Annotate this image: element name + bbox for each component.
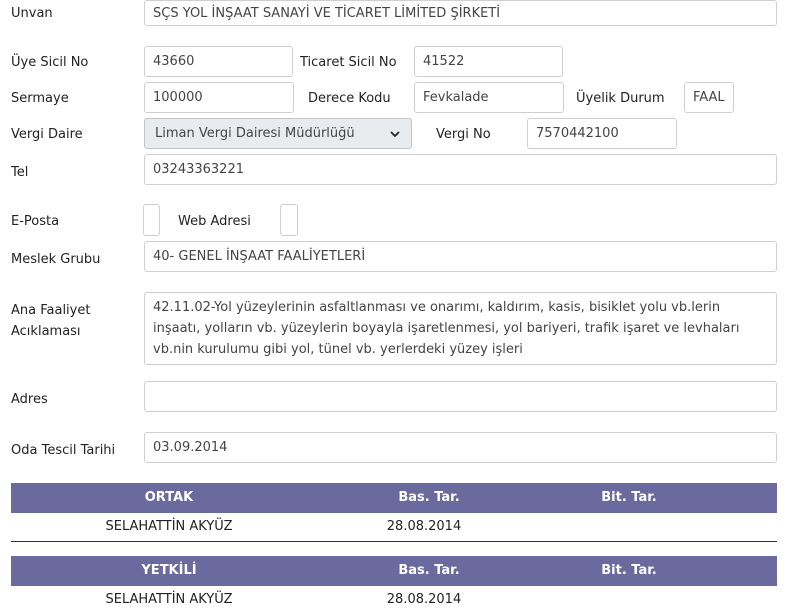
e-posta-label: E-Posta bbox=[11, 214, 60, 229]
yetkili-name-cell: SELAHATTİN AKYÜZ bbox=[105, 592, 233, 607]
vergi-daire-selected: Liman Vergi Dairesi Müdürlüğü bbox=[155, 126, 355, 141]
column-header-bit-tar: Bit. Tar. bbox=[601, 563, 657, 578]
table-row: SELAHATTİN AKYÜZ 28.08.2014 bbox=[11, 586, 777, 614]
yetkili-table-header: YETKİLİ Bas. Tar. Bit. Tar. bbox=[11, 556, 777, 586]
web-adresi-label: Web Adresi bbox=[178, 214, 251, 229]
derece-kodu-label: Derece Kodu bbox=[308, 91, 391, 106]
oda-tescil-tarihi-field[interactable]: 03.09.2014 bbox=[144, 432, 777, 463]
ortak-bas-tar-cell: 28.08.2014 bbox=[386, 519, 462, 534]
unvan-label: Unvan bbox=[11, 6, 53, 21]
column-header-ortak: ORTAK bbox=[144, 490, 194, 505]
uyelik-durum-field[interactable]: FAAL bbox=[684, 82, 734, 113]
adres-field[interactable] bbox=[144, 381, 777, 412]
meslek-grubu-label: Meslek Grubu bbox=[11, 252, 101, 267]
column-header-bas-tar: Bas. Tar. bbox=[398, 563, 460, 578]
web-adresi-field[interactable] bbox=[280, 204, 298, 236]
ana-faaliyet-field[interactable]: 42.11.02-Yol yüzeylerinin asfaltlanması … bbox=[144, 292, 777, 365]
ana-faaliyet-label-line2: Acıklaması bbox=[11, 324, 81, 339]
ticaret-sicil-no-label: Ticaret Sicil No bbox=[300, 55, 397, 70]
column-header-bas-tar: Bas. Tar. bbox=[398, 490, 460, 505]
vergi-daire-label: Vergi Daire bbox=[11, 127, 83, 142]
sermaye-label: Sermaye bbox=[11, 91, 69, 106]
uye-sicil-no-field[interactable]: 43660 bbox=[144, 46, 293, 77]
adres-label: Adres bbox=[11, 392, 48, 407]
column-header-yetkili: YETKİLİ bbox=[141, 563, 197, 578]
uyelik-durum-label: Üyelik Durum bbox=[576, 91, 665, 106]
e-posta-field[interactable] bbox=[143, 204, 160, 236]
derece-kodu-field[interactable]: Fevkalade bbox=[414, 82, 564, 113]
tel-label: Tel bbox=[11, 165, 29, 180]
uye-sicil-no-label: Üye Sicil No bbox=[11, 55, 89, 70]
vergi-no-field[interactable]: 7570442100 bbox=[527, 118, 677, 149]
tel-field[interactable]: 03243363221 bbox=[144, 154, 777, 185]
sermaye-field[interactable]: 100000 bbox=[144, 82, 294, 113]
chevron-down-icon bbox=[390, 130, 400, 137]
ticaret-sicil-no-field[interactable]: 41522 bbox=[414, 46, 563, 77]
oda-tescil-tarihi-label: Oda Tescil Tarihi bbox=[11, 443, 116, 458]
ortak-name-cell: SELAHATTİN AKYÜZ bbox=[105, 519, 233, 534]
ortak-table-header: ORTAK Bas. Tar. Bit. Tar. bbox=[11, 483, 777, 513]
table-row: SELAHATTİN AKYÜZ 28.08.2014 bbox=[11, 513, 777, 542]
vergi-no-label: Vergi No bbox=[436, 127, 491, 142]
column-header-bit-tar: Bit. Tar. bbox=[601, 490, 657, 505]
meslek-grubu-field[interactable]: 40- GENEL İNŞAAT FAALİYETLERİ bbox=[144, 241, 777, 272]
yetkili-bas-tar-cell: 28.08.2014 bbox=[386, 592, 462, 607]
ana-faaliyet-label-line1: Ana Faaliyet bbox=[11, 303, 91, 318]
unvan-field[interactable]: SÇS YOL İNŞAAT SANAYİ VE TİCARET LİMİTED… bbox=[144, 0, 777, 26]
vergi-daire-select[interactable]: Liman Vergi Dairesi Müdürlüğü bbox=[144, 118, 412, 149]
